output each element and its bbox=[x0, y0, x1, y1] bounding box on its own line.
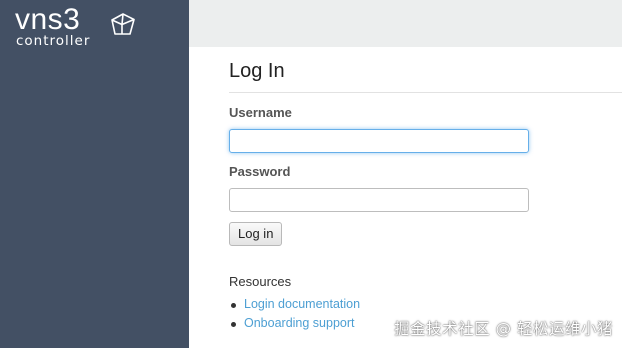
brand-name: vns3 bbox=[15, 3, 81, 36]
login-button[interactable]: Log in bbox=[229, 222, 283, 246]
list-item: Login documentation bbox=[229, 295, 622, 314]
brand-logo[interactable]: vns3 controller bbox=[15, 3, 91, 49]
onboarding-support-link[interactable]: Onboarding support bbox=[244, 316, 355, 330]
sidebar: vns3 controller bbox=[0, 0, 189, 348]
title-divider bbox=[229, 92, 622, 93]
password-label: Password bbox=[229, 164, 291, 179]
username-label: Username bbox=[229, 105, 292, 120]
cube-icon bbox=[111, 13, 135, 35]
top-bar bbox=[189, 0, 622, 47]
page-title: Log In bbox=[229, 60, 285, 82]
watermark: 掘金技术社区 @ 轻松运维小猪 bbox=[394, 320, 613, 338]
password-input[interactable] bbox=[229, 188, 529, 212]
username-input[interactable] bbox=[229, 129, 529, 153]
brand-subtitle: controller bbox=[16, 33, 91, 49]
login-documentation-link[interactable]: Login documentation bbox=[244, 297, 360, 311]
resources-heading: Resources bbox=[229, 274, 292, 289]
login-panel: Log In Username Password Log in Resource… bbox=[229, 47, 622, 333]
